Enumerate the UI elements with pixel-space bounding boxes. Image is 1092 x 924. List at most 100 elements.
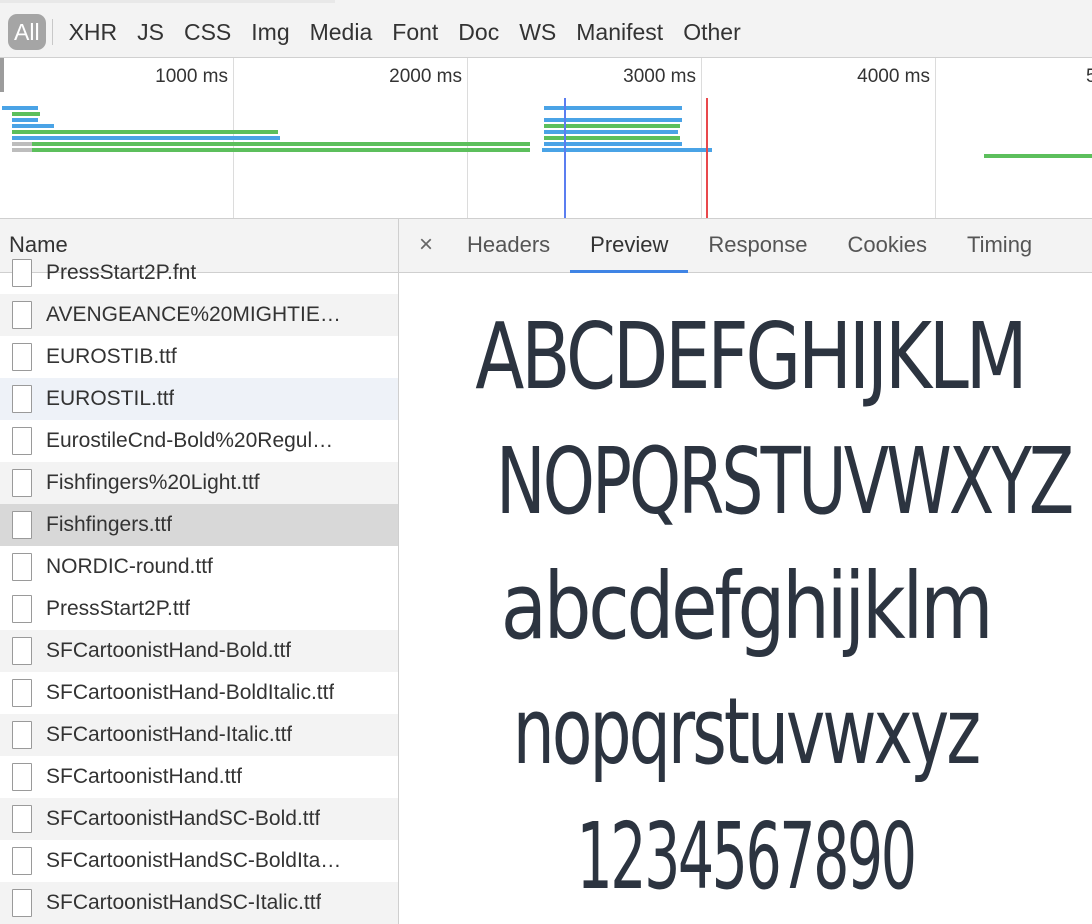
request-name: Fishfingers.ttf	[46, 513, 173, 536]
filter-all[interactable]: All	[8, 14, 46, 50]
request-row[interactable]: PressStart2P.ttf	[0, 588, 398, 630]
request-name: SFCartoonistHandSC-BoldIta…	[46, 849, 342, 872]
timeline-tick-label: 4000 ms	[857, 66, 930, 87]
request-row[interactable]: SFCartoonistHand-Bold.ttf	[0, 630, 398, 672]
request-name: PressStart2P.ttf	[46, 597, 191, 620]
waterfall-bar	[542, 148, 712, 152]
waterfall-bar	[12, 148, 530, 152]
request-row[interactable]: SFCartoonistHand-BoldItalic.ttf	[0, 672, 398, 714]
timeline-tick-label: 3000 ms	[623, 66, 696, 87]
request-name: PressStart2P.fnt	[46, 261, 197, 284]
file-icon	[12, 889, 32, 917]
request-name: EUROSTIB.ttf	[46, 345, 177, 368]
timeline-tick-label: 5	[1086, 66, 1092, 88]
request-row[interactable]: PressStart2P.fnt	[0, 252, 398, 294]
request-row[interactable]: SFCartoonistHandSC-BoldIta…	[0, 840, 398, 882]
request-row[interactable]: AVENGEANCE%20MIGHTIE…	[0, 294, 398, 336]
request-name: NORDIC-round.ttf	[46, 555, 213, 578]
request-row[interactable]: SFCartoonistHand.ttf	[0, 756, 398, 798]
waterfall-bar	[2, 106, 38, 110]
filter-ws[interactable]: WS	[509, 14, 566, 50]
request-name: Fishfingers%20Light.ttf	[46, 471, 260, 494]
file-icon	[12, 847, 32, 875]
tab-timing[interactable]: Timing	[947, 219, 1052, 273]
file-icon	[12, 259, 32, 287]
waterfall-bar-wait	[12, 142, 32, 146]
request-row[interactable]: SFCartoonistHand-Italic.ttf	[0, 714, 398, 756]
waterfall-bar-wait	[12, 148, 32, 152]
filter-manifest[interactable]: Manifest	[566, 14, 673, 50]
file-icon	[12, 343, 32, 371]
request-row[interactable]: Fishfingers%20Light.ttf	[0, 462, 398, 504]
request-detail-pane: × Headers Preview Response Cookies Timin…	[399, 219, 1092, 924]
file-icon	[12, 553, 32, 581]
file-icon	[12, 595, 32, 623]
timeline-overview[interactable]: 1000 ms 2000 ms 3000 ms 4000 ms 5	[0, 58, 1092, 219]
request-row[interactable]: NORDIC-round.ttf	[0, 546, 398, 588]
request-name: EurostileCnd-Bold%20Regul…	[46, 429, 334, 452]
filter-doc[interactable]: Doc	[448, 14, 509, 50]
file-icon	[12, 805, 32, 833]
tab-preview[interactable]: Preview	[570, 219, 689, 273]
request-row[interactable]: EUROSTIB.ttf	[0, 336, 398, 378]
request-name: SFCartoonistHandSC-Italic.ttf	[46, 891, 322, 914]
filter-bar: All XHR JS CSS Img Media Font Doc WS Man…	[0, 0, 1092, 58]
filter-media[interactable]: Media	[300, 14, 383, 50]
timeline-tick-label: 1000 ms	[155, 66, 228, 87]
timeline-gridline	[701, 58, 702, 218]
filter-xhr[interactable]: XHR	[59, 14, 128, 50]
waterfall-bar	[12, 136, 280, 140]
filter-input-strip	[0, 0, 335, 3]
font-preview: ABCDEFGHIJKLM NOPQRSTUVWXYZ abcdefghijkl…	[399, 273, 1092, 924]
waterfall-bar	[12, 130, 278, 134]
waterfall-bar	[12, 124, 54, 128]
waterfall-bar	[12, 118, 38, 122]
request-row[interactable]: EUROSTIL.ttf	[0, 378, 398, 420]
file-icon	[12, 385, 32, 413]
preview-lowercase-line-2: nopqrstuvwxyz	[512, 678, 981, 785]
file-icon	[12, 301, 32, 329]
request-name: AVENGEANCE%20MIGHTIE…	[46, 303, 341, 326]
request-name: SFCartoonistHand-Bold.ttf	[46, 639, 292, 662]
detail-tabs: Headers Preview Response Cookies Timing	[447, 219, 1052, 273]
close-icon[interactable]: ×	[415, 231, 437, 259]
preview-lowercase-line-1: abcdefghijklm	[500, 553, 994, 660]
filter-css[interactable]: CSS	[174, 14, 241, 50]
filter-img[interactable]: Img	[241, 14, 299, 50]
timeline-tick-label: 2000 ms	[389, 66, 462, 87]
file-icon	[12, 763, 32, 791]
request-row[interactable]: SFCartoonistHandSC-Italic.ttf	[0, 882, 398, 924]
file-icon	[12, 721, 32, 749]
request-row[interactable]: SFCartoonistHandSC-Bold.ttf	[0, 798, 398, 840]
preview-uppercase-line-1: ABCDEFGHIJKLM	[475, 303, 1027, 410]
filter-js[interactable]: JS	[127, 14, 174, 50]
request-name: SFCartoonistHand.ttf	[46, 765, 243, 788]
filter-font[interactable]: Font	[382, 14, 448, 50]
request-name: EUROSTIL.ttf	[46, 387, 175, 410]
file-icon	[12, 511, 32, 539]
domcontentloaded-line	[564, 98, 566, 218]
waterfall-bar	[12, 112, 40, 116]
filter-divider	[51, 19, 53, 45]
tab-cookies[interactable]: Cookies	[827, 219, 946, 273]
file-icon	[12, 427, 32, 455]
load-event-line	[706, 98, 708, 218]
file-icon	[12, 469, 32, 497]
waterfall-bar	[12, 142, 530, 146]
request-name: SFCartoonistHand-Italic.ttf	[46, 723, 293, 746]
tab-headers[interactable]: Headers	[447, 219, 570, 273]
type-filter-row: All XHR JS CSS Img Media Font Doc WS Man…	[8, 14, 751, 50]
request-row-selected[interactable]: Fishfingers.ttf	[0, 504, 398, 546]
request-name: SFCartoonistHand-BoldItalic.ttf	[46, 681, 335, 704]
request-name: SFCartoonistHandSC-Bold.ttf	[46, 807, 321, 830]
tab-response[interactable]: Response	[688, 219, 827, 273]
filter-other[interactable]: Other	[673, 14, 751, 50]
timeline-gridline	[467, 58, 468, 218]
timeline-selection-handle[interactable]	[0, 58, 4, 92]
detail-tab-bar: × Headers Preview Response Cookies Timin…	[399, 219, 1092, 273]
preview-uppercase-line-2: NOPQRSTUVWXYZ	[496, 428, 1074, 535]
request-list-pane: Name PressStart2P.fnt AVENGEANCE%20MIGHT…	[0, 219, 399, 924]
file-icon	[12, 679, 32, 707]
request-row[interactable]: EurostileCnd-Bold%20Regul…	[0, 420, 398, 462]
waterfall-bar	[984, 154, 1092, 158]
